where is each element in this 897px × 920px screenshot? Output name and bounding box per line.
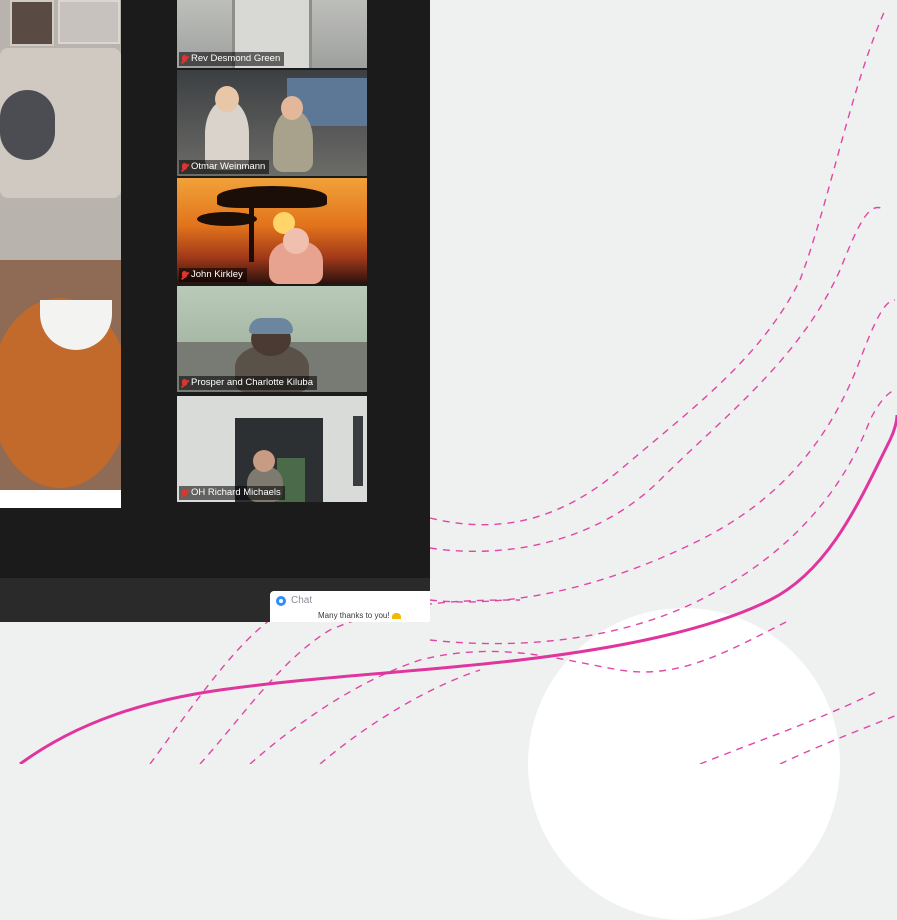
emoji-icon (391, 612, 401, 619)
participant-gallery: Rev Desmond Green Otmar Weinmann John Ki… (177, 0, 367, 502)
participant-tile[interactable]: Prosper and Charlotte Kiluba (177, 286, 367, 392)
mic-muted-icon (181, 162, 188, 172)
chat-title: Chat (291, 595, 313, 606)
participant-tile[interactable]: OH Richard Michaels (177, 396, 367, 502)
participant-tile[interactable]: John Kirkley (177, 178, 367, 284)
participant-nameplate: Prosper and Charlotte Kiluba (179, 376, 317, 390)
participant-nameplate: Rev Desmond Green (179, 52, 285, 66)
participant-nameplate: Otmar Weinmann (179, 160, 270, 174)
zoom-meeting-screenshot: Rev Desmond Green Otmar Weinmann John Ki… (0, 0, 430, 622)
mic-muted-icon (181, 378, 188, 388)
mic-muted-icon (181, 488, 188, 498)
participant-name: Rev Desmond Green (191, 53, 281, 64)
participant-name: OH Richard Michaels (191, 487, 281, 498)
chat-notification[interactable]: Chat Many thanks to you! (270, 591, 430, 622)
active-speaker-video (0, 0, 121, 508)
participant-tile[interactable]: Otmar Weinmann (177, 70, 367, 176)
mic-muted-icon (181, 270, 188, 280)
mic-muted-icon (181, 54, 188, 64)
chat-message: Many thanks to you! (318, 611, 401, 620)
chat-message-text: Many thanks to you! (318, 611, 390, 620)
participant-name: John Kirkley (191, 269, 243, 280)
participant-tile[interactable]: Rev Desmond Green (177, 0, 367, 68)
participant-name: Otmar Weinmann (191, 161, 266, 172)
participant-name: Prosper and Charlotte Kiluba (191, 377, 313, 388)
participant-nameplate: John Kirkley (179, 268, 247, 282)
chat-bubble-icon (276, 595, 286, 606)
participant-nameplate: OH Richard Michaels (179, 486, 285, 500)
